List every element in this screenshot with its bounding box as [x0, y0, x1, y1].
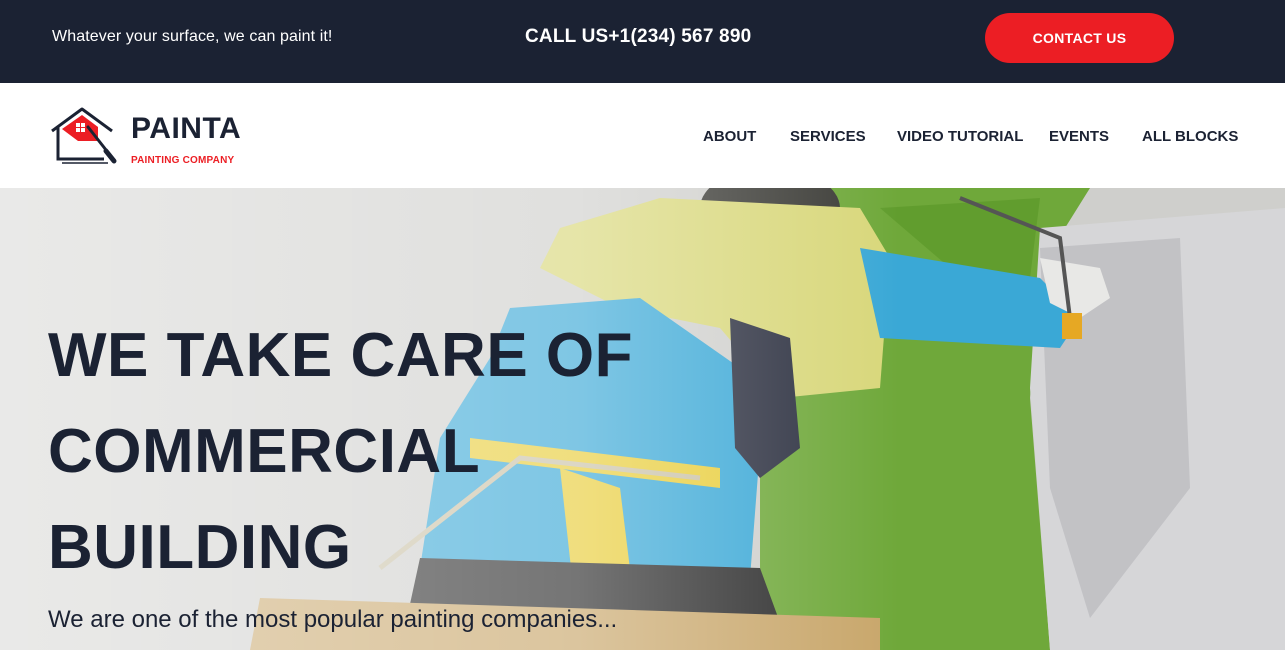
site-header: PAINTA PAINTING COMPANY ABOUT SERVICES V… [0, 83, 1285, 188]
nav-item-all-blocks[interactable]: ALL BLOCKS [1142, 128, 1238, 145]
tagline: Whatever your surface, we can paint it! [52, 28, 333, 45]
phone-number[interactable]: CALL US+1(234) 567 890 [525, 26, 751, 48]
hero-title-line: WE TAKE CARE OF [48, 321, 633, 390]
contact-us-button[interactable]: CONTACT US [985, 13, 1174, 63]
hero-subtitle: We are one of the most popular painting … [48, 606, 618, 633]
main-nav: ABOUT SERVICES VIDEO TUTORIAL EVENTS ALL… [0, 128, 1285, 148]
nav-item-video-tutorial[interactable]: VIDEO TUTORIAL [897, 128, 1023, 145]
nav-item-events[interactable]: EVENTS [1049, 128, 1109, 145]
hero-title-line: BUILDING [48, 513, 352, 582]
nav-item-about[interactable]: ABOUT [703, 128, 756, 145]
logo-subtitle: PAINTING COMPANY [131, 155, 235, 166]
top-bar: Whatever your surface, we can paint it! … [0, 0, 1285, 83]
hero-title-line: COMMERCIAL [48, 417, 481, 486]
hero-section: WE TAKE CARE OF COMMERCIAL BUILDING We a… [0, 188, 1285, 650]
hero-title: WE TAKE CARE OF COMMERCIAL BUILDING [48, 308, 748, 596]
nav-item-services[interactable]: SERVICES [790, 128, 866, 145]
